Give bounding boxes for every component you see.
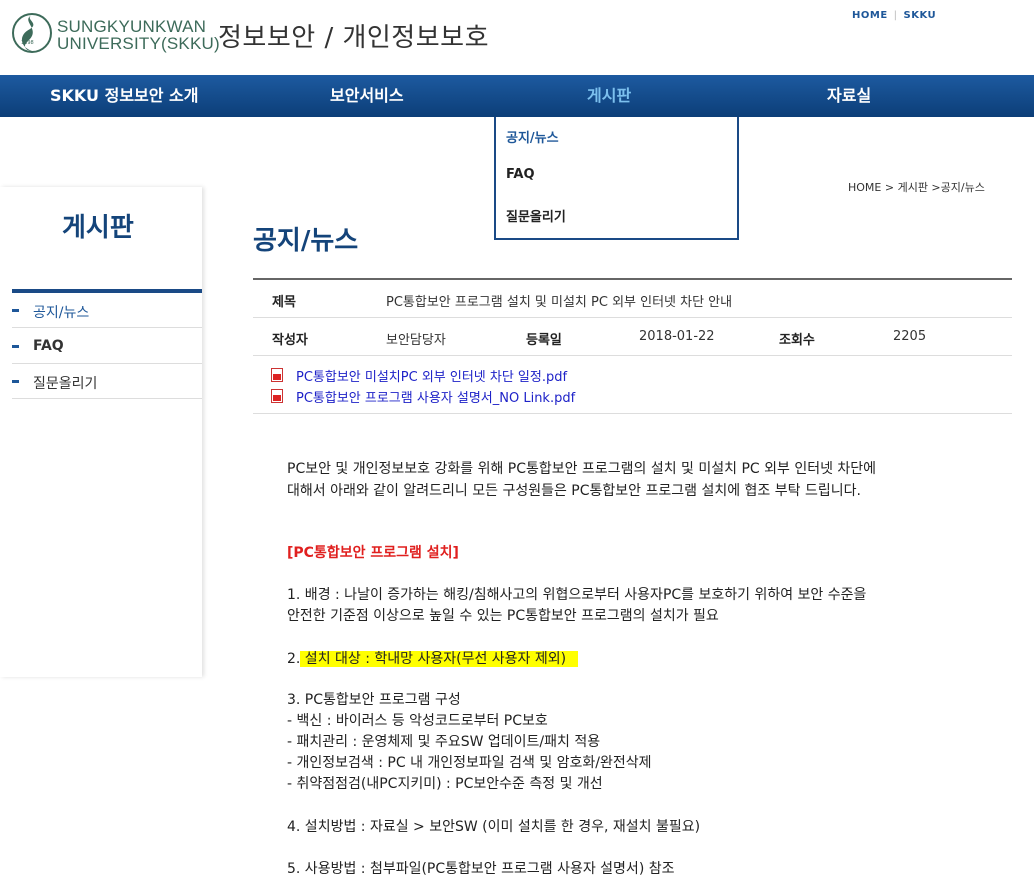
header: 1398 SUNGKYUNKWAN UNIVERSITY(SKKU) 정보보안 …: [0, 0, 1034, 75]
content-item1-line1: 1. 배경 : 나날이 증가하는 해킹/침해사고의 위협으로부터 사용자PC를 …: [287, 587, 867, 603]
nav-item-board[interactable]: 게시판: [587, 75, 631, 117]
util-separator: |: [893, 10, 898, 21]
content-intro-line2: 대해서 아래와 같이 알려드리니 모든 구성원들은 PC통합보안 프로그램 설치…: [287, 483, 861, 499]
attachment-link[interactable]: PC통합보안 프로그램 사용자 설명서_NO Link.pdf: [296, 387, 575, 406]
utility-links: HOME | SKKU: [852, 10, 936, 21]
sidebar-item-question[interactable]: 질문올리기: [12, 364, 202, 399]
sidebar-item-label: 공지/뉴스: [33, 305, 90, 321]
logo-text-line2: UNIVERSITY(SKKU): [57, 34, 220, 53]
breadcrumb: HOME > 게시판 >공지/뉴스: [848, 181, 985, 194]
content-item3-vuln: - 취약점점검(내PC지키미) : PC보안수준 측정 및 개선: [287, 776, 603, 792]
left-sidebar: 게시판 공지/뉴스 FAQ 질문올리기: [0, 187, 202, 677]
date-label: 등록일: [526, 333, 562, 348]
pdf-file-icon: [271, 368, 283, 382]
nav-item-security-intro[interactable]: SKKU 정보보안 소개: [50, 75, 199, 117]
content-item3: 3. PC통합보안 프로그램 구성: [287, 692, 461, 708]
post-author: 보안담당자: [386, 333, 446, 348]
bullet-icon: [12, 309, 19, 312]
skku-emblem-icon: 1398: [12, 13, 52, 53]
post-date: 2018-01-22: [639, 329, 715, 344]
content-intro-line1: PC보안 및 개인정보보호 강화를 위해 PC통합보안 프로그램의 설치 및 미…: [287, 461, 877, 477]
dropdown-item-faq[interactable]: FAQ: [506, 167, 535, 182]
table-top-border: [253, 278, 1012, 280]
post-views: 2205: [893, 329, 927, 344]
site-title: 정보보안 / 개인정보보호: [218, 23, 489, 53]
post-subject: PC통합보안 프로그램 설치 및 미설치 PC 외부 인터넷 차단 안내: [386, 295, 733, 310]
row-divider: [253, 317, 1012, 318]
content-item2: 2. 설치 대상 : 학내망 사용자(무선 사용자 제외): [287, 649, 579, 670]
bullet-icon: [12, 380, 19, 383]
content-item3-antivirus: - 백신 : 바이러스 등 악성코드로부터 PC보호: [287, 713, 548, 729]
content-item1-line2: 안전한 기준점 이상으로 높일 수 있는 PC통합보안 프로그램의 설치가 필요: [287, 608, 719, 624]
content-heading: [PC통합보안 프로그램 설치]: [287, 545, 459, 561]
content-item4: 4. 설치방법 : 자료실 > 보안SW (이미 설치를 한 경우, 재설치 불…: [287, 819, 701, 835]
row-divider: [253, 355, 1012, 356]
sidebar-item-faq[interactable]: FAQ: [12, 329, 202, 364]
content-item3-privacy: - 개인정보검색 : PC 내 개인정보파일 검색 및 암호화/완전삭제: [287, 755, 652, 771]
main-nav: SKKU 정보보안 소개 보안서비스 게시판 자료실: [0, 75, 1034, 117]
sidebar-item-notice[interactable]: 공지/뉴스: [12, 293, 202, 328]
content-item5: 5. 사용방법 : 첨부파일(PC통합보안 프로그램 사용자 설명서) 참조: [287, 861, 675, 877]
dropdown-item-notice[interactable]: 공지/뉴스: [506, 127, 559, 146]
sidebar-title: 게시판: [62, 213, 134, 243]
bullet-icon: [12, 345, 19, 348]
item2-number: 2.: [287, 651, 301, 667]
util-link-home[interactable]: HOME: [852, 10, 888, 21]
sidebar-item-label: 질문올리기: [33, 376, 98, 392]
author-label: 작성자: [272, 333, 308, 348]
row-divider: [253, 413, 1012, 414]
highlighted-text: 설치 대상 : 학내망 사용자(무선 사용자 제외): [300, 651, 579, 667]
svg-text:1398: 1398: [21, 40, 34, 46]
attachment-link[interactable]: PC통합보안 미설치PC 외부 인터넷 차단 일정.pdf: [296, 366, 567, 385]
subject-label: 제목: [272, 295, 296, 310]
nav-item-resources[interactable]: 자료실: [827, 75, 871, 117]
views-label: 조회수: [779, 333, 815, 348]
board-dropdown-menu: 공지/뉴스 FAQ 질문올리기: [494, 117, 739, 240]
pdf-file-icon: [271, 389, 283, 403]
content-item3-patch: - 패치관리 : 운영체제 및 주요SW 업데이트/패치 적용: [287, 734, 601, 750]
nav-item-security-service[interactable]: 보안서비스: [330, 75, 404, 117]
sidebar-item-label: FAQ: [33, 338, 64, 354]
page-title: 공지/뉴스: [253, 226, 359, 256]
dropdown-item-question[interactable]: 질문올리기: [506, 206, 566, 225]
skku-logo[interactable]: 1398 SUNGKYUNKWAN UNIVERSITY(SKKU): [12, 11, 220, 57]
util-link-skku[interactable]: SKKU: [904, 10, 937, 21]
